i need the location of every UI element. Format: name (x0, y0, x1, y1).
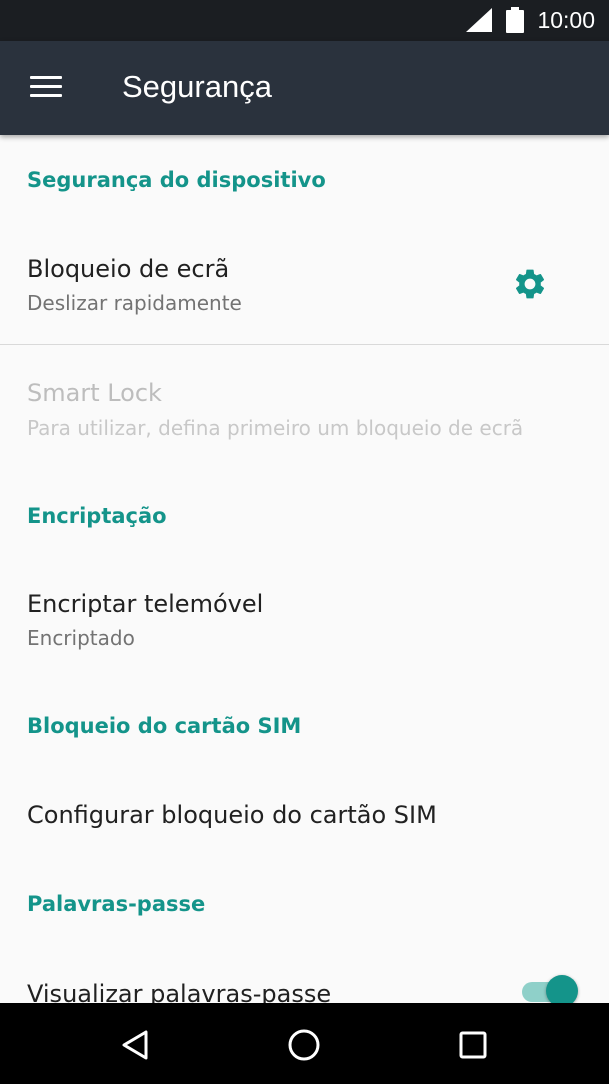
status-time: 10:00 (537, 7, 595, 33)
status-bar: 10:00 (0, 0, 609, 41)
show-passwords-title: Visualizar palavras-passe (27, 980, 332, 1003)
encrypt-phone-title: Encriptar telemóvel (27, 590, 264, 618)
section-header-device-security: Segurança do dispositivo (27, 168, 326, 192)
home-icon[interactable] (284, 1025, 324, 1065)
configure-sim-lock-title: Configurar bloqueio do cartão SIM (27, 801, 437, 829)
toggle-thumb (546, 975, 578, 1003)
screen-lock-title: Bloqueio de ecrã (27, 255, 230, 283)
encrypt-phone-subtitle: Encriptado (27, 626, 135, 650)
screen-lock-subtitle: Deslizar rapidamente (27, 291, 242, 315)
back-icon[interactable] (116, 1025, 156, 1065)
settings-list: Segurança do dispositivo Bloqueio de ecr… (0, 135, 609, 1003)
app-bar: Segurança (0, 41, 609, 135)
battery-icon (506, 7, 524, 33)
show-passwords-toggle[interactable] (520, 975, 578, 1003)
section-header-sim-lock: Bloqueio do cartão SIM (27, 714, 302, 738)
smart-lock-subtitle: Para utilizar, defina primeiro um bloque… (27, 416, 524, 440)
smart-lock-title: Smart Lock (27, 379, 162, 407)
divider (0, 344, 609, 345)
gear-icon[interactable] (512, 266, 548, 302)
page-title: Segurança (122, 69, 272, 104)
recents-icon[interactable] (453, 1025, 493, 1065)
section-header-encryption: Encriptação (27, 504, 167, 528)
navigation-bar (0, 1003, 609, 1084)
menu-icon[interactable] (30, 76, 64, 100)
signal-icon (466, 8, 492, 32)
section-header-passwords: Palavras-passe (27, 892, 206, 916)
